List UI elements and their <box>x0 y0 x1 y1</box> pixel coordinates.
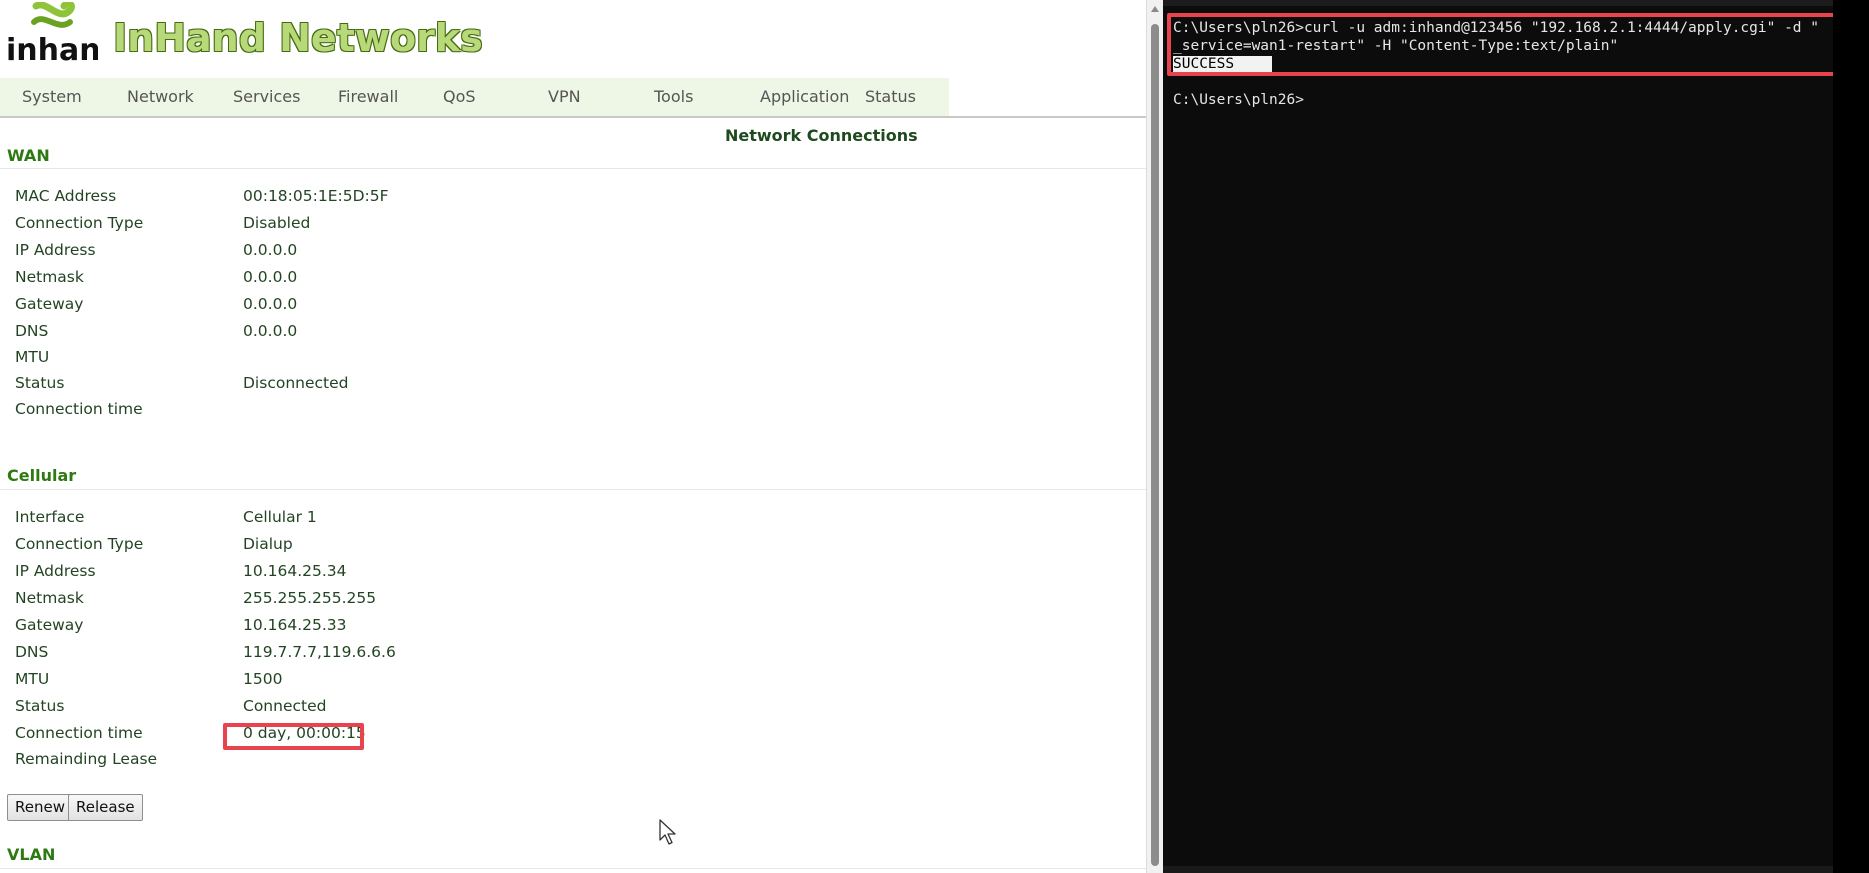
wan-value: Disconnected <box>243 374 349 392</box>
wan-label: MTU <box>15 348 50 366</box>
nav-status[interactable]: Status <box>865 87 916 106</box>
cellular-value: 255.255.255.255 <box>243 589 377 607</box>
wan-label: DNS <box>15 322 49 340</box>
wan-label: Gateway <box>15 295 84 313</box>
wan-rule <box>0 168 1146 169</box>
terminal-bottom-strip <box>1163 866 1869 873</box>
vlan-rule <box>0 868 1146 869</box>
cellular-label: DNS <box>15 643 49 661</box>
inhand-logo: inhand <box>6 2 98 68</box>
cellular-value: Connected <box>243 697 327 715</box>
wan-label: Netmask <box>15 268 84 286</box>
cellular-value: 1500 <box>243 670 283 688</box>
wan-value: 0.0.0.0 <box>243 241 298 259</box>
wan-label: Status <box>15 374 65 392</box>
wan-value: 0.0.0.0 <box>243 295 298 313</box>
nav-tools[interactable]: Tools <box>654 87 693 106</box>
brand-name: InHand Networks <box>113 16 483 60</box>
wan-value: 00:18:05:1E:5D:5F <box>243 187 389 205</box>
scrollbar-thumb[interactable] <box>1151 24 1159 866</box>
cellular-label: Netmask <box>15 589 84 607</box>
cellular-label: IP Address <box>15 562 96 580</box>
cellular-label: Status <box>15 697 65 715</box>
wan-heading: WAN <box>7 146 50 165</box>
page-scrollbar[interactable] <box>1146 0 1163 873</box>
nav-divider <box>0 116 1146 118</box>
mouse-cursor-icon <box>659 819 676 845</box>
scroll-up-icon[interactable] <box>1151 6 1159 12</box>
vlan-heading: VLAN <box>7 845 56 864</box>
cellular-value: Cellular 1 <box>243 508 317 526</box>
nav-qos[interactable]: QoS <box>443 87 476 106</box>
wan-value: 0.0.0.0 <box>243 322 298 340</box>
wan-value: 0.0.0.0 <box>243 268 298 286</box>
nav-services[interactable]: Services <box>233 87 300 106</box>
command-highlight <box>1167 13 1837 76</box>
wan-label: IP Address <box>15 241 96 259</box>
nav-application[interactable]: Application <box>760 87 849 106</box>
cellular-label: Connection Type <box>15 535 144 553</box>
release-button[interactable]: Release <box>68 794 143 821</box>
renew-button[interactable]: Renew <box>7 794 73 821</box>
cellular-label: Connection time <box>15 724 143 742</box>
cellular-label: Interface <box>15 508 85 526</box>
nav-vpn[interactable]: VPN <box>548 87 581 106</box>
nav-system[interactable]: System <box>22 87 82 106</box>
cellular-label: MTU <box>15 670 50 688</box>
wan-label: Connection time <box>15 400 143 418</box>
connection-time-highlight <box>223 723 364 750</box>
terminal-prompt[interactable]: C:\Users\pln26> <box>1173 92 1304 108</box>
cellular-rule <box>0 489 1146 490</box>
wan-value: Disabled <box>243 214 311 232</box>
terminal-window: C:\Users\pln26>curl -u adm:inhand@123456… <box>1163 0 1869 873</box>
nav-firewall[interactable]: Firewall <box>338 87 398 106</box>
browser-window: inhand InHand Networks System Network Se… <box>0 0 1163 873</box>
cellular-label: Remainding Lease <box>15 750 158 768</box>
wan-label: Connection Type <box>15 214 144 232</box>
nav-network[interactable]: Network <box>127 87 194 106</box>
page-title: Network Connections <box>725 126 918 145</box>
wan-label: MAC Address <box>15 187 117 205</box>
cellular-heading: Cellular <box>7 466 77 485</box>
cellular-value: 10.164.25.33 <box>243 616 347 634</box>
svg-text:inhand: inhand <box>6 33 98 68</box>
cellular-value: 10.164.25.34 <box>243 562 347 580</box>
cellular-value: Dialup <box>243 535 293 553</box>
router-web-page: inhand InHand Networks System Network Se… <box>0 0 1146 873</box>
cellular-value: 119.7.7.7,119.6.6.6 <box>243 643 396 661</box>
cellular-label: Gateway <box>15 616 84 634</box>
screen-edge <box>1833 0 1869 873</box>
terminal-top-strip <box>1163 0 1869 6</box>
